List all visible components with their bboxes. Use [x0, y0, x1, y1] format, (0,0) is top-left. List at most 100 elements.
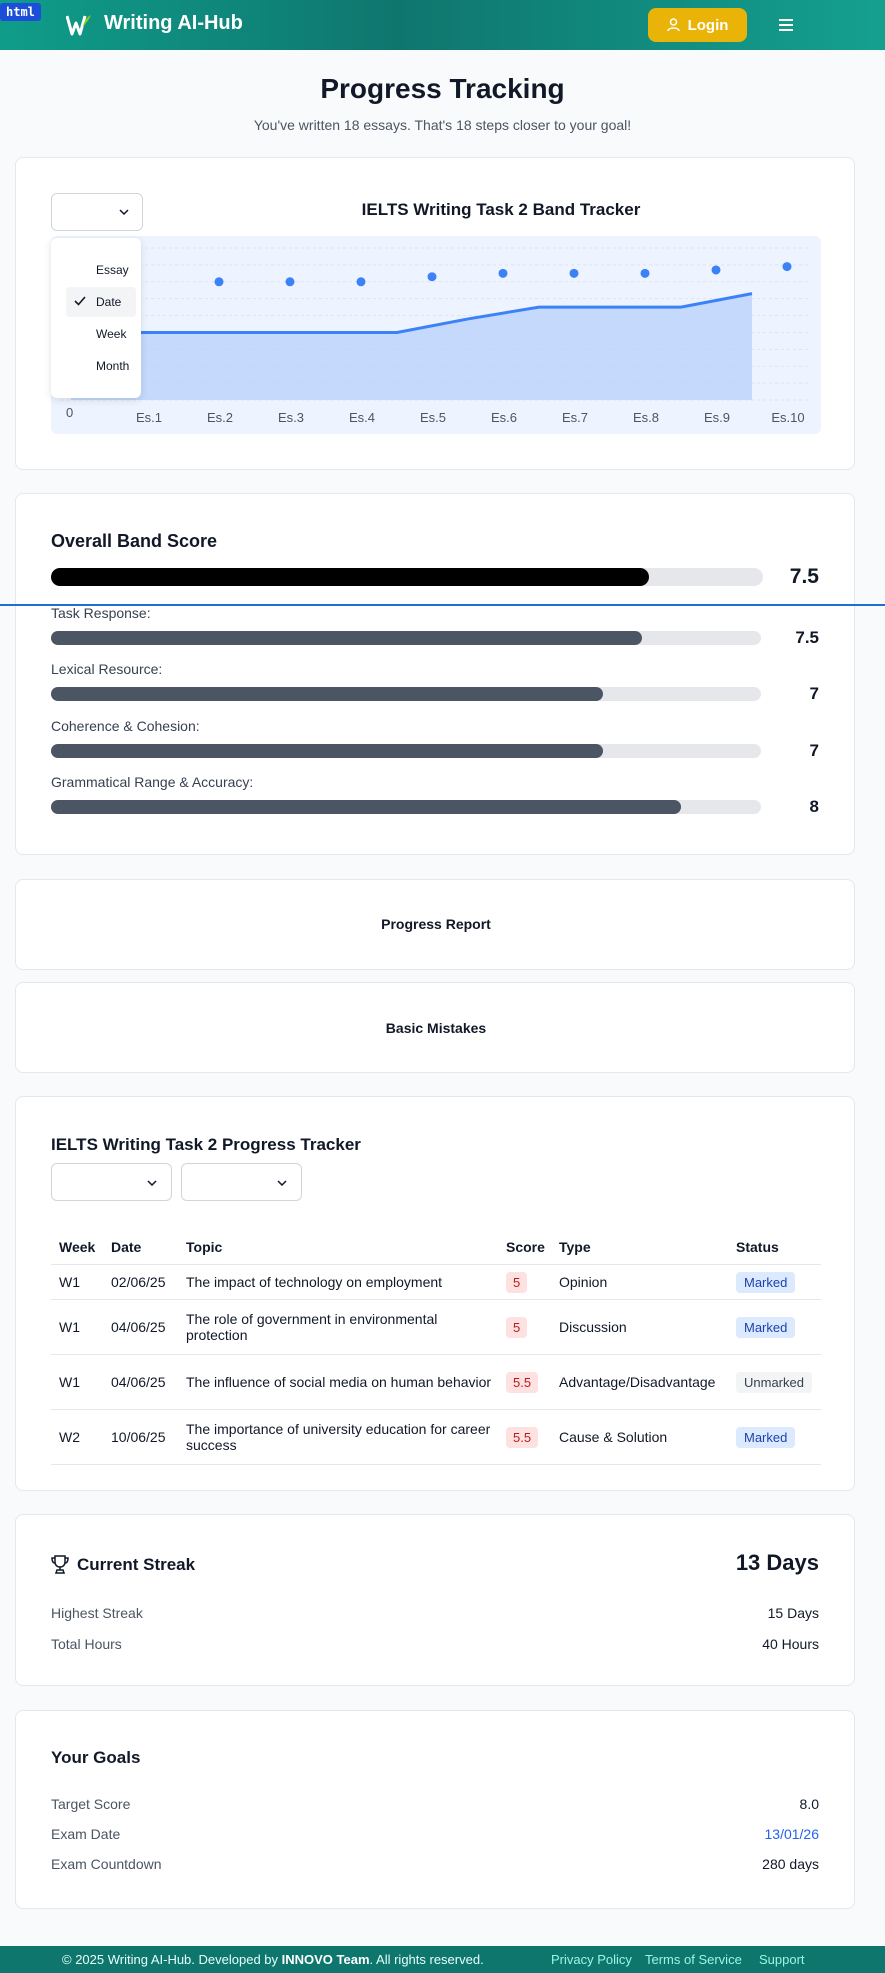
exam-date-value[interactable]: 13/01/26	[765, 1826, 820, 1842]
week-cell: W1	[51, 1354, 103, 1410]
type-filter-select[interactable]	[181, 1163, 302, 1201]
footer-copyright: © 2025 Writing AI-Hub. Developed by INNO…	[62, 1952, 484, 1967]
column-header: Status	[728, 1230, 821, 1265]
target-score-label: Target Score	[51, 1796, 131, 1812]
criterion-track	[51, 744, 761, 758]
tracker-heading: IELTS Writing Task 2 Progress Tracker	[51, 1135, 361, 1154]
table-header-row: Week Date Topic Score Type Status	[51, 1230, 821, 1265]
topic-cell: The role of government in environmental …	[178, 1299, 498, 1355]
chart-plot-area: Es.1 Es.2 Es.3 Es.4 Es.5 Es.6 Es.7 Es.8 Es.9 Es.1…	[51, 236, 821, 434]
score-badge: 5	[506, 1316, 528, 1338]
x-tick-label: Es.8	[633, 410, 659, 425]
type-cell: Opinion	[551, 1264, 728, 1300]
progress-report-button[interactable]: Progress Report	[15, 879, 855, 970]
table-row[interactable]: W2 10/06/25 The importance of university…	[51, 1409, 821, 1465]
divider-line	[0, 604, 885, 606]
footer: © 2025 Writing AI-Hub. Developed by INNO…	[0, 1946, 885, 1973]
footer-link-terms[interactable]: Terms of Service	[645, 1952, 742, 1967]
band-score-card: Overall Band Score 7.5 Task Response: 7.…	[15, 493, 855, 855]
table-row[interactable]: W1 04/06/25 The role of government in en…	[51, 1299, 821, 1355]
basic-mistakes-button[interactable]: Basic Mistakes	[15, 982, 855, 1073]
criterion-label: Task Response:	[51, 605, 151, 621]
progress-report-label: Progress Report	[381, 916, 491, 932]
week-cell: W2	[51, 1409, 103, 1465]
data-point	[214, 277, 224, 287]
exam-countdown-label: Exam Countdown	[51, 1856, 162, 1872]
essay-table: Week Date Topic Score Type Status W1 02/…	[51, 1230, 821, 1465]
table-row[interactable]: W1 02/06/25 The impact of technology on …	[51, 1264, 821, 1300]
data-point	[640, 268, 650, 278]
x-tick-label: Es.9	[704, 410, 730, 425]
goals-card: Your Goals Target Score 8.0 Exam Date 13…	[15, 1710, 855, 1909]
login-button[interactable]: Login	[648, 8, 747, 42]
criterion-value: 7	[809, 741, 819, 760]
type-cell: Cause & Solution	[551, 1409, 728, 1465]
criterion-fill	[51, 800, 682, 814]
chevron-down-icon	[147, 1180, 157, 1186]
total-hours-label: Total Hours	[51, 1636, 122, 1652]
data-point	[498, 268, 508, 278]
data-point	[427, 272, 437, 282]
x-tick-label: Es.1	[136, 410, 162, 425]
table-row[interactable]: W1 04/06/25 The influence of social medi…	[51, 1354, 821, 1410]
goals-heading: Your Goals	[51, 1748, 141, 1767]
x-tick-label: Es.2	[207, 410, 233, 425]
band-score-heading: Overall Band Score	[51, 531, 218, 551]
x-tick-label: Es.6	[491, 410, 517, 425]
footer-team: INNOVO Team	[281, 1952, 370, 1967]
week-cell: W1	[51, 1299, 103, 1355]
column-header: Topic	[178, 1230, 498, 1265]
criterion-fill	[51, 631, 643, 645]
target-score-value: 8.0	[799, 1796, 819, 1812]
hamburger-menu-icon[interactable]	[776, 16, 796, 34]
type-cell: Advantage/Disadvantage	[551, 1354, 728, 1410]
date-cell: 04/06/25	[103, 1299, 178, 1355]
data-point	[285, 277, 295, 287]
band-tracker-card: IELTS Writing Task 2 Band Tracker Es.1 Es…	[15, 157, 855, 470]
dropdown-option-month[interactable]: Month	[66, 351, 136, 381]
highest-streak-value: 15 Days	[767, 1605, 819, 1621]
status-badge: Marked	[736, 1316, 796, 1338]
criterion-fill	[51, 744, 603, 758]
date-cell: 02/06/25	[103, 1264, 178, 1300]
footer-link-support[interactable]: Support	[759, 1952, 805, 1967]
topic-cell: The influence of social media on human b…	[178, 1354, 498, 1410]
brand-name[interactable]: Writing AI-Hub	[104, 12, 243, 35]
user-icon	[666, 18, 680, 32]
y-tick-label: 0	[66, 405, 73, 420]
type-cell: Discussion	[551, 1299, 728, 1355]
page-title: Progress Tracking	[320, 73, 565, 104]
x-tick-label: Es.3	[278, 410, 304, 425]
week-filter-select[interactable]	[51, 1163, 172, 1201]
streak-heading: Current Streak	[77, 1555, 196, 1574]
data-point	[782, 262, 792, 272]
status-badge: Marked	[736, 1271, 796, 1293]
column-header: Date	[103, 1230, 178, 1265]
chevron-down-icon	[119, 209, 129, 215]
brand-logo-icon	[66, 15, 91, 36]
criterion-label: Lexical Resource:	[51, 661, 163, 677]
data-point	[356, 277, 366, 287]
score-badge: 5	[506, 1271, 528, 1293]
basic-mistakes-label: Basic Mistakes	[385, 1020, 487, 1036]
chevron-down-icon	[277, 1180, 287, 1186]
overall-band-fill	[51, 568, 650, 586]
dropdown-option-week[interactable]: Week	[66, 319, 136, 349]
chart-filter-select[interactable]	[51, 193, 143, 231]
exam-date-label: Exam Date	[51, 1826, 121, 1842]
topic-cell: The impact of technology on employment	[178, 1264, 498, 1300]
dropdown-option-date[interactable]: Date	[66, 287, 136, 317]
highest-streak-label: Highest Streak	[51, 1605, 143, 1621]
column-header: Week	[51, 1230, 103, 1265]
data-point	[569, 268, 579, 278]
criterion-value: 7	[809, 684, 819, 703]
area-series-fill	[71, 293, 752, 400]
trophy-icon	[51, 1555, 69, 1574]
dropdown-option-essay[interactable]: Essay	[66, 255, 136, 285]
criterion-label: Grammatical Range & Accuracy:	[51, 774, 254, 790]
overall-band-track	[51, 568, 763, 586]
score-badge: 5.5	[506, 1371, 539, 1393]
footer-link-privacy[interactable]: Privacy Policy	[551, 1952, 632, 1967]
x-tick-label: Es.4	[349, 410, 375, 425]
date-cell: 10/06/25	[103, 1409, 178, 1465]
